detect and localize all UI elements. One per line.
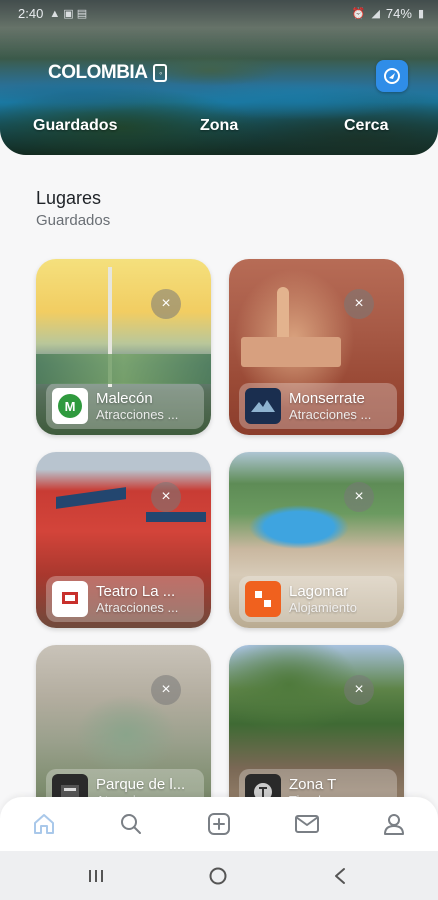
place-card[interactable]: × Teatro La ... Atracciones ...: [36, 452, 211, 628]
system-navigation-bar: [0, 851, 438, 900]
search-icon: [121, 814, 141, 834]
place-name: Monserrate: [289, 390, 365, 407]
nav-add[interactable]: [205, 810, 233, 838]
church-image: [241, 337, 341, 367]
close-icon: ×: [161, 295, 171, 312]
alarm-icon: ⏰: [351, 7, 366, 20]
logo-mark-icon: ◦: [153, 64, 168, 82]
place-card[interactable]: × Parque de l... Atracciones ...: [36, 645, 211, 821]
close-icon: ×: [161, 681, 171, 698]
bottom-navigation: [0, 797, 438, 851]
colombia-logo: COLOMBIA ◦: [48, 62, 168, 84]
tab-saved[interactable]: Guardados: [33, 117, 117, 135]
place-name: Parque de l...: [96, 776, 186, 793]
header-banner: 2:40 ▲ ▣ ▤ ⏰ ◢ 74% ▮ COLOMBIA ◦ Guardado…: [0, 0, 438, 155]
nav-home[interactable]: [30, 810, 58, 838]
close-icon: ×: [354, 295, 364, 312]
place-name: Teatro La ...: [96, 583, 176, 600]
place-thumbnail: [245, 581, 281, 617]
nav-profile[interactable]: [380, 810, 408, 838]
place-thumbnail: M: [52, 388, 88, 424]
place-thumbnail: [245, 388, 281, 424]
add-icon: [208, 813, 230, 835]
close-icon: ×: [161, 488, 171, 505]
status-bar: 2:40 ▲ ▣ ▤ ⏰ ◢ 74% ▮: [0, 0, 438, 26]
place-info: Teatro La ... Atracciones ...: [46, 576, 204, 622]
place-name: Zona T: [289, 776, 337, 793]
monserrate-logo-icon: [251, 400, 275, 412]
logo-text: COLOMBIA: [48, 62, 148, 83]
place-category: Atracciones ...: [96, 407, 179, 422]
status-time: 2:40: [18, 5, 44, 21]
battery-icon: ▮: [417, 7, 424, 20]
signal-icon: ◢: [371, 7, 380, 20]
nav-messages[interactable]: [293, 810, 321, 838]
place-card[interactable]: × Monserrate Atracciones ...: [229, 259, 404, 435]
tab-zone[interactable]: Zona: [200, 117, 238, 135]
remove-button[interactable]: ×: [344, 675, 374, 705]
svg-text:M: M: [65, 399, 76, 414]
remove-button[interactable]: ×: [344, 289, 374, 319]
place-thumbnail: [52, 581, 88, 617]
place-category: Alojamiento: [289, 600, 357, 615]
system-back-button[interactable]: [329, 865, 351, 887]
place-info: Lagomar Alojamiento: [239, 576, 397, 622]
section-title: Lugares: [36, 188, 102, 208]
map-button[interactable]: [376, 60, 408, 92]
home-icon: [34, 814, 54, 834]
section-subtitle: Guardados: [36, 212, 111, 229]
place-name: Malecón: [96, 390, 153, 407]
system-home-button[interactable]: [207, 865, 229, 887]
recents-icon: [89, 870, 103, 882]
place-name: Lagomar: [289, 583, 349, 600]
place-card[interactable]: × Lagomar Alojamiento: [229, 452, 404, 628]
map-icon: [384, 68, 400, 84]
place-category: Atracciones ...: [289, 407, 372, 422]
battery-percent: 74%: [385, 5, 412, 21]
place-info: M Malecón Atracciones ...: [46, 383, 204, 429]
place-info: Monserrate Atracciones ...: [239, 383, 397, 429]
notification-icon: ▲ ▣ ▤: [49, 7, 88, 20]
close-icon: ×: [354, 488, 364, 505]
profile-icon: [384, 814, 404, 835]
remove-button[interactable]: ×: [344, 482, 374, 512]
place-card[interactable]: × M Malecón Atracciones ...: [36, 259, 211, 435]
lodging-logo-icon: [255, 591, 271, 607]
place-card[interactable]: × Zona T Tiendas ...: [229, 645, 404, 821]
malecon-logo-icon: M: [58, 394, 82, 418]
recents-button[interactable]: [85, 865, 107, 887]
remove-button[interactable]: ×: [151, 482, 181, 512]
place-category: Atracciones ...: [96, 600, 179, 615]
back-chevron-icon: [335, 868, 345, 884]
remove-button[interactable]: ×: [151, 289, 181, 319]
theater-logo-icon: [62, 592, 78, 604]
circle-home-icon: [209, 867, 227, 885]
close-icon: ×: [354, 681, 364, 698]
tab-nearby[interactable]: Cerca: [344, 117, 388, 135]
nav-search[interactable]: [117, 810, 145, 838]
remove-button[interactable]: ×: [151, 675, 181, 705]
mail-icon: [295, 815, 319, 833]
